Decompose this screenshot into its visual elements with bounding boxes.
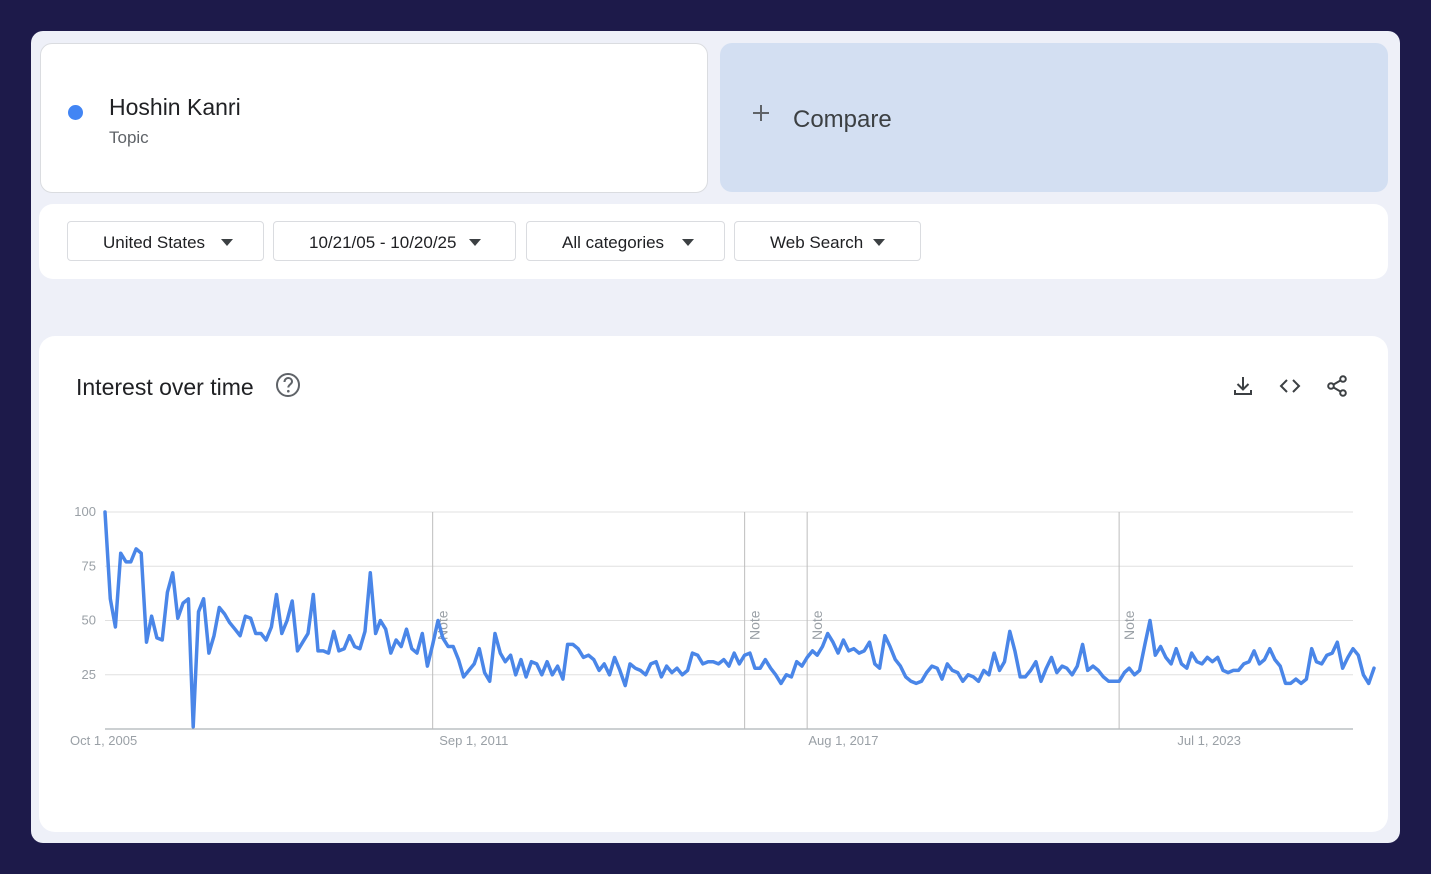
filter-bar: United States 10/21/05 - 10/20/25 All ca… bbox=[39, 204, 1388, 279]
search-property-dropdown[interactable]: Web Search bbox=[734, 221, 921, 261]
compare-label: Compare bbox=[793, 106, 892, 133]
region-dropdown-label: United States bbox=[103, 233, 206, 252]
search-term-type: Topic bbox=[109, 128, 149, 147]
x-tick-label: Oct 1, 2005 bbox=[70, 733, 137, 748]
search-term-card[interactable]: Hoshin Kanri Topic bbox=[40, 43, 708, 193]
chevron-down-icon bbox=[682, 239, 694, 246]
x-tick-label: Jul 1, 2023 bbox=[1177, 733, 1241, 748]
trends-panel: Hoshin Kanri Topic Compare United States… bbox=[31, 31, 1400, 843]
chevron-down-icon bbox=[469, 239, 481, 246]
interest-over-time-card: Interest over time 25 50 75 100 Note Note Note… bbox=[39, 336, 1388, 832]
series-color-dot bbox=[68, 105, 83, 120]
y-tick-label: 100 bbox=[74, 504, 96, 519]
compare-button[interactable]: Compare bbox=[720, 43, 1388, 192]
region-dropdown[interactable]: United States bbox=[67, 221, 264, 261]
x-tick-label: Aug 1, 2017 bbox=[808, 733, 878, 748]
chevron-down-icon bbox=[221, 239, 233, 246]
category-dropdown-label: All categories bbox=[562, 233, 665, 252]
series-line bbox=[103, 510, 1376, 729]
note-label: Note bbox=[747, 610, 763, 640]
search-term-name: Hoshin Kanri bbox=[109, 94, 241, 120]
x-tick-label: Sep 1, 2011 bbox=[439, 733, 508, 748]
note-label: Note bbox=[809, 610, 825, 640]
y-tick-label: 75 bbox=[82, 558, 96, 573]
y-tick-label: 50 bbox=[82, 613, 96, 628]
plus-icon bbox=[753, 105, 769, 121]
interest-chart: 255075100Note Note Note NoteOct 1, 2005 Sep … bbox=[70, 504, 1376, 748]
chevron-down-icon bbox=[873, 239, 885, 246]
y-tick-label: 25 bbox=[82, 667, 96, 682]
date-range-dropdown[interactable]: 10/21/05 - 10/20/25 bbox=[273, 221, 516, 261]
search-property-dropdown-label: Web Search bbox=[770, 233, 864, 252]
category-dropdown[interactable]: All categories bbox=[526, 221, 725, 261]
date-range-dropdown-label: 10/21/05 - 10/20/25 bbox=[309, 233, 457, 252]
note-label: Note bbox=[1121, 610, 1137, 640]
